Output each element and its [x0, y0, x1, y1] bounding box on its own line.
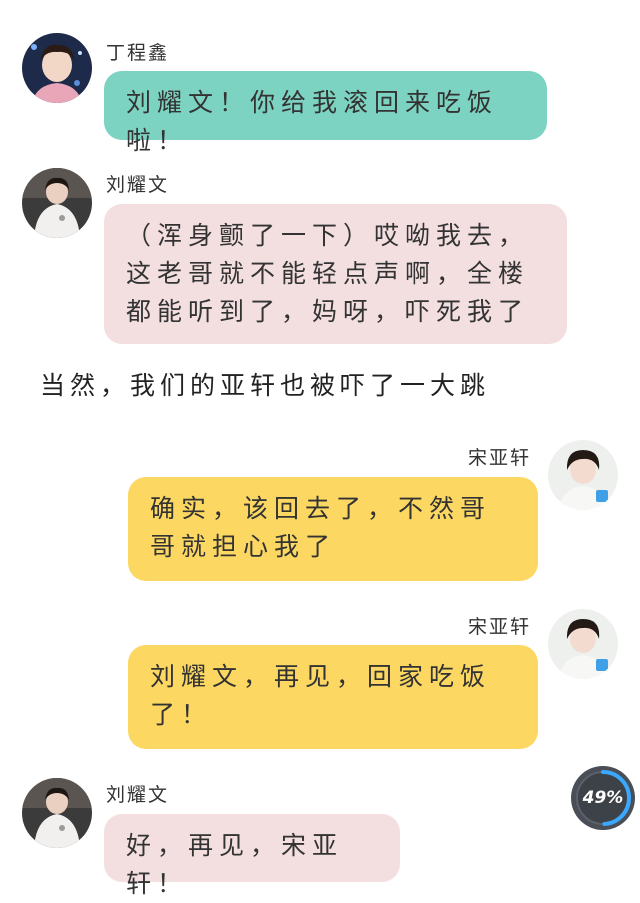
message-bubble[interactable]: 好，再见，宋亚轩！ [104, 814, 400, 898]
battery-percent: 49% [582, 788, 624, 808]
sender-name: 刘耀文 [106, 784, 170, 806]
avatar-songyaxuan[interactable] [548, 440, 618, 510]
avatar-songyaxuan[interactable] [548, 609, 618, 679]
sender-name: 丁程鑫 [106, 42, 170, 64]
avatar-liuyaowen[interactable] [22, 778, 92, 848]
sender-name: 宋亚轩 [468, 616, 532, 638]
message-bubble[interactable]: 刘耀文，再见，回家吃饭了！ [128, 645, 538, 749]
sender-name: 刘耀文 [106, 174, 170, 196]
battery-widget[interactable]: 49% [570, 765, 636, 831]
avatar-liuyaowen[interactable] [22, 168, 92, 238]
message-bubble[interactable]: （浑身颤了一下）哎呦我去，这老哥就不能轻点声啊，全楼都能听到了，妈呀，吓死我了 [104, 204, 567, 344]
message-bubble[interactable]: 确实，该回去了，不然哥哥就担心我了 [128, 477, 538, 581]
sender-name: 宋亚轩 [468, 447, 532, 469]
avatar-dingchengxin[interactable] [22, 33, 92, 103]
narration-text: 当然，我们的亚轩也被吓了一大跳 [40, 371, 491, 400]
message-bubble[interactable]: 刘耀文！你给我滚回来吃饭啦！ [104, 71, 547, 155]
